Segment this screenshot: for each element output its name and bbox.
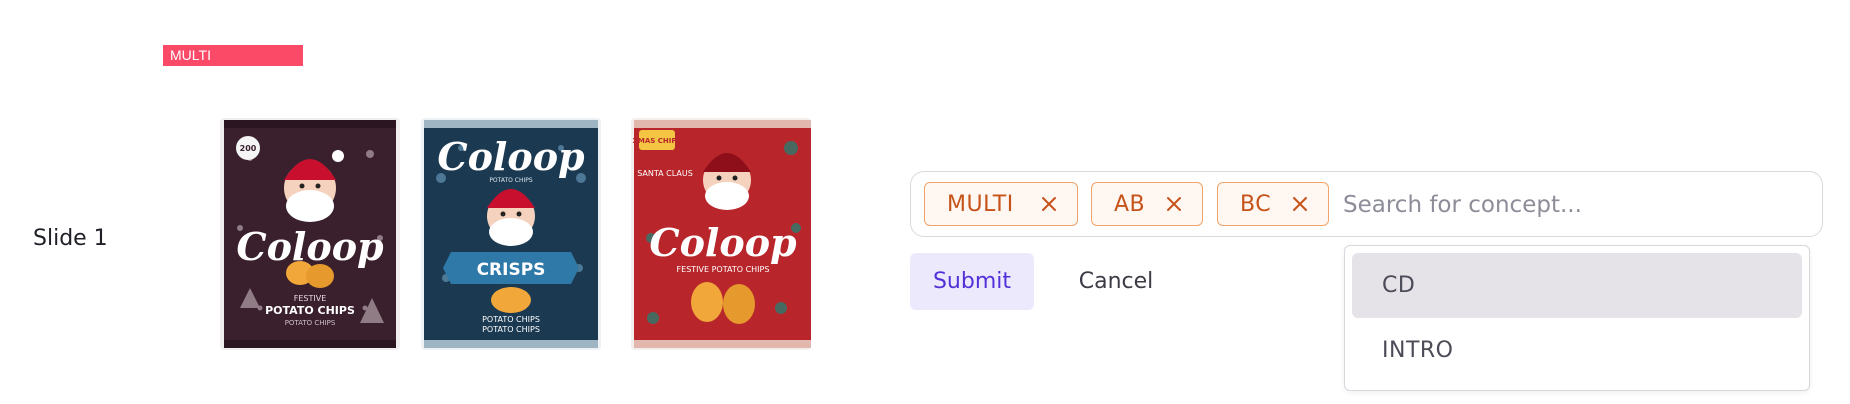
concept-dropdown-menu: CD INTRO bbox=[1344, 245, 1810, 391]
svg-text:POTATO CHIPS: POTATO CHIPS bbox=[489, 177, 533, 184]
chip-label: AB bbox=[1114, 191, 1146, 217]
chip-label: MULTI bbox=[947, 191, 1014, 217]
close-icon[interactable] bbox=[1041, 196, 1057, 212]
chips-bag-image: XMAS CHIPS SANTA CLAUS Coloop FESTIVE PO… bbox=[631, 118, 811, 350]
svg-text:200: 200 bbox=[240, 144, 257, 153]
close-icon[interactable] bbox=[1166, 196, 1182, 212]
svg-text:Coloop: Coloop bbox=[649, 220, 797, 265]
submit-button[interactable]: Submit bbox=[910, 253, 1034, 310]
concept-badge: MULTI bbox=[163, 45, 303, 66]
svg-text:POTATO CHIPS: POTATO CHIPS bbox=[265, 304, 355, 317]
svg-text:Coloop: Coloop bbox=[236, 224, 384, 269]
thumbnail-chips-bag-red[interactable]: XMAS CHIPS SANTA CLAUS Coloop FESTIVE PO… bbox=[631, 118, 811, 350]
concept-chip-ab: AB bbox=[1091, 182, 1203, 226]
cancel-button[interactable]: Cancel bbox=[1054, 253, 1178, 310]
slide-label: Slide 1 bbox=[33, 226, 108, 251]
dropdown-option-cd[interactable]: CD bbox=[1352, 253, 1802, 318]
concept-chip-bc: BC bbox=[1217, 182, 1329, 226]
concept-search-input[interactable] bbox=[1341, 182, 1805, 228]
concept-chip-multi: MULTI bbox=[924, 182, 1078, 226]
dropdown-option-intro[interactable]: INTRO bbox=[1352, 318, 1802, 383]
close-icon[interactable] bbox=[1292, 196, 1308, 212]
svg-text:FESTIVE: FESTIVE bbox=[294, 294, 327, 303]
svg-text:CRISPS: CRISPS bbox=[477, 260, 546, 280]
svg-text:Coloop: Coloop bbox=[437, 134, 585, 179]
svg-text:POTATO CHIPS: POTATO CHIPS bbox=[285, 319, 336, 327]
chips-bag-image: 200 Coloop FESTIVE POTATO CHIPS POTATO C… bbox=[220, 118, 400, 350]
thumbnail-chips-bag-blue[interactable]: Coloop POTATO CHIPS CRISPS POTATO CHIPS … bbox=[421, 118, 601, 350]
svg-text:FESTIVE POTATO CHIPS: FESTIVE POTATO CHIPS bbox=[677, 265, 770, 274]
svg-text:POTATO CHIPS: POTATO CHIPS bbox=[482, 325, 540, 334]
svg-text:SANTA CLAUS: SANTA CLAUS bbox=[637, 169, 693, 178]
svg-text:POTATO CHIPS: POTATO CHIPS bbox=[482, 315, 540, 324]
chips-bag-image: Coloop POTATO CHIPS CRISPS POTATO CHIPS … bbox=[421, 118, 601, 350]
concept-multiselect[interactable]: MULTI AB BC bbox=[910, 171, 1823, 237]
thumbnail-chips-bag-dark[interactable]: 200 Coloop FESTIVE POTATO CHIPS POTATO C… bbox=[220, 118, 400, 350]
svg-text:XMAS CHIPS: XMAS CHIPS bbox=[632, 137, 681, 145]
chip-label: BC bbox=[1240, 191, 1272, 217]
